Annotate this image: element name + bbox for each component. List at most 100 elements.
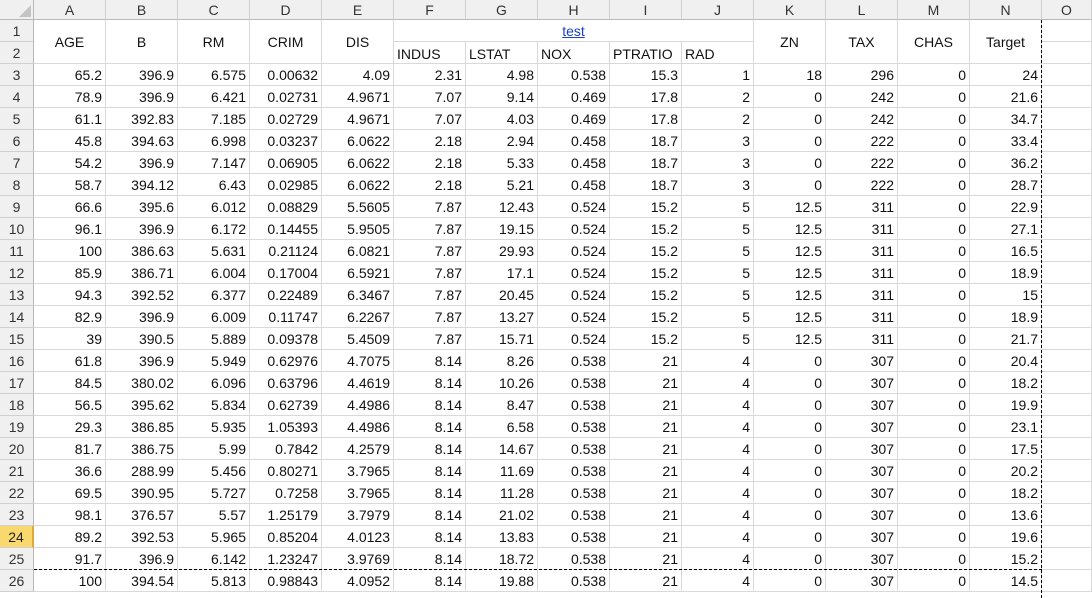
data-cell[interactable]: 85.9 xyxy=(34,262,106,284)
data-cell[interactable]: 307 xyxy=(826,438,898,460)
data-cell[interactable]: 4.9671 xyxy=(322,108,394,130)
data-cell[interactable]: 18.7 xyxy=(610,174,682,196)
empty-cell[interactable] xyxy=(1042,350,1092,372)
data-cell[interactable]: 386.71 xyxy=(106,262,178,284)
data-cell[interactable]: 2.18 xyxy=(394,174,466,196)
data-cell[interactable]: 0 xyxy=(754,482,826,504)
header-chas[interactable]: CHAS xyxy=(898,20,970,64)
data-cell[interactable]: 4.4986 xyxy=(322,394,394,416)
data-cell[interactable]: 3 xyxy=(682,174,754,196)
data-cell[interactable]: 288.99 xyxy=(106,460,178,482)
data-cell[interactable]: 395.6 xyxy=(106,196,178,218)
data-cell[interactable]: 242 xyxy=(826,108,898,130)
data-cell[interactable]: 17.8 xyxy=(610,86,682,108)
header-lstat[interactable]: LSTAT xyxy=(466,42,538,64)
data-cell[interactable]: 0 xyxy=(754,108,826,130)
empty-cell[interactable] xyxy=(1042,548,1092,570)
header-tax[interactable]: TAX xyxy=(826,20,898,64)
row-header-7[interactable]: 7 xyxy=(0,152,34,174)
row-header-21[interactable]: 21 xyxy=(0,460,34,482)
data-cell[interactable]: 307 xyxy=(826,570,898,592)
data-cell[interactable]: 96.1 xyxy=(34,218,106,240)
data-cell[interactable]: 390.95 xyxy=(106,482,178,504)
data-cell[interactable]: 22.9 xyxy=(970,196,1042,218)
data-cell[interactable]: 0.538 xyxy=(538,504,610,526)
data-cell[interactable]: 20.2 xyxy=(970,460,1042,482)
data-cell[interactable]: 0 xyxy=(898,196,970,218)
empty-cell[interactable] xyxy=(1042,108,1092,130)
data-cell[interactable]: 0.524 xyxy=(538,240,610,262)
header-zn[interactable]: ZN xyxy=(754,20,826,64)
empty-cell[interactable] xyxy=(1042,570,1092,592)
header-target[interactable]: Target xyxy=(970,20,1042,64)
data-cell[interactable]: 5.99 xyxy=(178,438,250,460)
data-cell[interactable]: 17.8 xyxy=(610,108,682,130)
empty-cell[interactable] xyxy=(1042,526,1092,548)
data-cell[interactable]: 0.458 xyxy=(538,130,610,152)
data-cell[interactable]: 6.009 xyxy=(178,306,250,328)
data-cell[interactable]: 4 xyxy=(682,548,754,570)
data-cell[interactable]: 21 xyxy=(610,350,682,372)
data-cell[interactable]: 0.458 xyxy=(538,174,610,196)
row-header-9[interactable]: 9 xyxy=(0,196,34,218)
data-cell[interactable]: 0 xyxy=(898,438,970,460)
column-header-n[interactable]: N xyxy=(970,0,1042,20)
data-cell[interactable]: 12.5 xyxy=(754,218,826,240)
data-cell[interactable]: 4.0123 xyxy=(322,526,394,548)
data-cell[interactable]: 100 xyxy=(34,570,106,592)
data-cell[interactable]: 0 xyxy=(898,372,970,394)
data-cell[interactable]: 5.631 xyxy=(178,240,250,262)
data-cell[interactable]: 15.2 xyxy=(610,240,682,262)
data-cell[interactable]: 0 xyxy=(898,218,970,240)
data-cell[interactable]: 18.9 xyxy=(970,262,1042,284)
data-cell[interactable]: 5.834 xyxy=(178,394,250,416)
data-cell[interactable]: 6.43 xyxy=(178,174,250,196)
row-header-19[interactable]: 19 xyxy=(0,416,34,438)
data-cell[interactable]: 33.4 xyxy=(970,130,1042,152)
row-header-6[interactable]: 6 xyxy=(0,130,34,152)
data-cell[interactable]: 4.09 xyxy=(322,64,394,86)
data-cell[interactable]: 61.1 xyxy=(34,108,106,130)
data-cell[interactable]: 222 xyxy=(826,152,898,174)
data-cell[interactable]: 0.538 xyxy=(538,350,610,372)
data-cell[interactable]: 17.1 xyxy=(466,262,538,284)
data-cell[interactable]: 392.52 xyxy=(106,284,178,306)
header-crim[interactable]: CRIM xyxy=(250,20,322,64)
data-cell[interactable]: 8.14 xyxy=(394,570,466,592)
data-cell[interactable]: 7.87 xyxy=(394,218,466,240)
data-cell[interactable]: 5.5605 xyxy=(322,196,394,218)
data-cell[interactable]: 21.7 xyxy=(970,328,1042,350)
data-cell[interactable]: 307 xyxy=(826,548,898,570)
data-cell[interactable]: 12.5 xyxy=(754,262,826,284)
data-cell[interactable]: 0 xyxy=(898,482,970,504)
data-cell[interactable]: 2 xyxy=(682,86,754,108)
data-cell[interactable]: 6.2267 xyxy=(322,306,394,328)
data-cell[interactable]: 0.62739 xyxy=(250,394,322,416)
data-cell[interactable]: 21 xyxy=(610,504,682,526)
column-header-a[interactable]: A xyxy=(34,0,106,20)
row-header-14[interactable]: 14 xyxy=(0,306,34,328)
empty-cell[interactable] xyxy=(1042,504,1092,526)
data-cell[interactable]: 0 xyxy=(898,306,970,328)
data-cell[interactable]: 0.14455 xyxy=(250,218,322,240)
data-cell[interactable]: 21 xyxy=(610,526,682,548)
data-cell[interactable]: 311 xyxy=(826,218,898,240)
data-cell[interactable]: 3.9769 xyxy=(322,548,394,570)
data-cell[interactable]: 0 xyxy=(898,460,970,482)
data-cell[interactable]: 7.07 xyxy=(394,86,466,108)
empty-cell[interactable] xyxy=(1042,328,1092,350)
data-cell[interactable]: 81.7 xyxy=(34,438,106,460)
data-cell[interactable]: 6.0622 xyxy=(322,130,394,152)
data-cell[interactable]: 14.5 xyxy=(970,570,1042,592)
data-cell[interactable]: 394.12 xyxy=(106,174,178,196)
empty-cell[interactable] xyxy=(1042,174,1092,196)
data-cell[interactable]: 4.9671 xyxy=(322,86,394,108)
data-cell[interactable]: 392.53 xyxy=(106,526,178,548)
data-cell[interactable]: 8.14 xyxy=(394,350,466,372)
data-cell[interactable]: 4 xyxy=(682,438,754,460)
data-cell[interactable]: 311 xyxy=(826,306,898,328)
data-cell[interactable]: 16.5 xyxy=(970,240,1042,262)
data-cell[interactable]: 18.7 xyxy=(610,130,682,152)
data-cell[interactable]: 15.3 xyxy=(610,64,682,86)
data-cell[interactable]: 17.5 xyxy=(970,438,1042,460)
